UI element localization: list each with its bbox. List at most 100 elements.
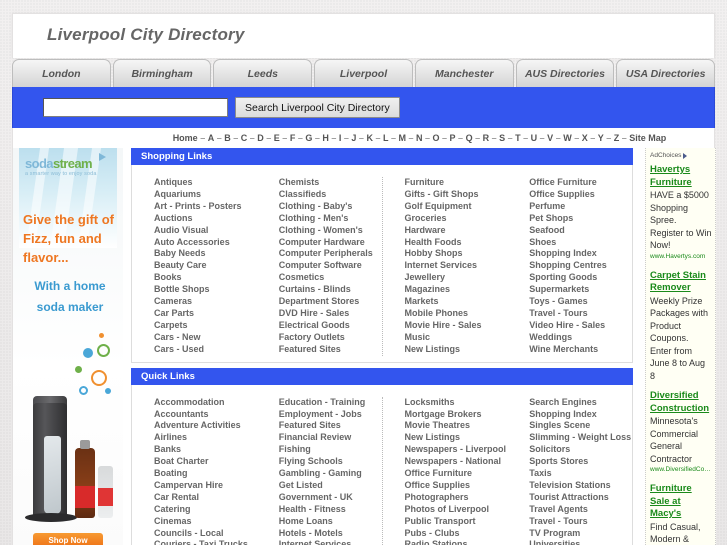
directory-link[interactable]: Carpets [154, 320, 257, 332]
directory-link[interactable]: Auctions [154, 213, 257, 225]
nav-letter-g[interactable]: G [305, 133, 312, 143]
directory-link[interactable]: Cinemas [154, 516, 257, 528]
directory-link[interactable]: Taxis [529, 468, 632, 480]
directory-link[interactable]: Weddings [529, 332, 632, 344]
directory-link[interactable]: Car Rental [154, 492, 257, 504]
ad-title-link[interactable]: Furniture Sale at Macy's [650, 483, 712, 521]
directory-link[interactable]: Shopping Index [529, 409, 632, 421]
directory-link[interactable]: Banks [154, 444, 257, 456]
directory-link[interactable]: Seafood [529, 225, 632, 237]
directory-link[interactable]: Baby Needs [154, 248, 257, 260]
ad-cta-button[interactable]: Shop Now [33, 533, 103, 545]
ad-title-link[interactable]: Havertys Furniture [650, 164, 712, 189]
directory-link[interactable]: DVD Hire - Sales [279, 308, 382, 320]
tab-birmingham[interactable]: Birmingham [112, 59, 212, 87]
directory-link[interactable]: Wine Merchants [529, 344, 632, 356]
directory-link[interactable]: Boat Charter [154, 456, 257, 468]
directory-link[interactable]: Adventure Activities [154, 420, 257, 432]
directory-link[interactable]: Pet Shops [529, 213, 632, 225]
directory-link[interactable]: Car Parts [154, 308, 257, 320]
directory-link[interactable]: New Listings [405, 344, 508, 356]
directory-link[interactable]: Electrical Goods [279, 320, 382, 332]
directory-link[interactable]: Featured Sites [279, 420, 382, 432]
directory-link[interactable]: Art - Prints - Posters [154, 201, 257, 213]
directory-link[interactable]: Books [154, 272, 257, 284]
directory-link[interactable]: Auto Accessories [154, 237, 257, 249]
directory-link[interactable]: Education - Training [279, 397, 382, 409]
directory-link[interactable]: TV Program [529, 528, 632, 540]
directory-link[interactable]: Boating [154, 468, 257, 480]
directory-link[interactable]: Accommodation [154, 397, 257, 409]
nav-letter-m[interactable]: M [398, 133, 406, 143]
nav-letter-o[interactable]: O [433, 133, 440, 143]
directory-link[interactable]: Locksmiths [405, 397, 508, 409]
directory-link[interactable]: Factory Outlets [279, 332, 382, 344]
directory-link[interactable]: Gambling - Gaming [279, 468, 382, 480]
directory-link[interactable]: Movie Hire - Sales [405, 320, 508, 332]
directory-link[interactable]: Mortgage Brokers [405, 409, 508, 421]
directory-link[interactable]: Audio Visual [154, 225, 257, 237]
tab-usa-directories[interactable]: USA Directories [616, 59, 716, 87]
nav-letter-v[interactable]: V [547, 133, 553, 143]
tab-manchester[interactable]: Manchester [414, 59, 514, 87]
directory-link[interactable]: Markets [405, 296, 508, 308]
tab-aus-directories[interactable]: AUS Directories [515, 59, 615, 87]
directory-link[interactable]: Singles Scene [529, 420, 632, 432]
nav-letter-b[interactable]: B [224, 133, 231, 143]
directory-link[interactable]: Cosmetics [279, 272, 382, 284]
directory-link[interactable]: Featured Sites [279, 344, 382, 356]
directory-link[interactable]: Get Listed [279, 480, 382, 492]
ad-title-link[interactable]: Diversified Construction [650, 390, 712, 415]
directory-link[interactable]: Toys - Games [529, 296, 632, 308]
tab-leeds[interactable]: Leeds [213, 59, 313, 87]
directory-link[interactable]: Solicitors [529, 444, 632, 456]
directory-link[interactable]: Clothing - Baby's [279, 201, 382, 213]
directory-link[interactable]: Shopping Centres [529, 260, 632, 272]
nav-letter-q[interactable]: Q [466, 133, 473, 143]
directory-link[interactable]: Search Engines [529, 397, 632, 409]
nav-letter-l[interactable]: L [383, 133, 389, 143]
nav-letter-d[interactable]: D [257, 133, 264, 143]
directory-link[interactable]: Travel Agents [529, 504, 632, 516]
nav-letter-e[interactable]: E [274, 133, 280, 143]
directory-link[interactable]: Office Supplies [529, 189, 632, 201]
nav-home-link[interactable]: Home [173, 133, 198, 143]
search-input[interactable] [43, 98, 228, 117]
directory-link[interactable]: Pubs - Clubs [405, 528, 508, 540]
directory-link[interactable]: Computer Hardware [279, 237, 382, 249]
directory-link[interactable]: Travel - Tours [529, 516, 632, 528]
directory-link[interactable]: Accountants [154, 409, 257, 421]
nav-letter-s[interactable]: S [499, 133, 505, 143]
nav-letter-i[interactable]: I [339, 133, 342, 143]
directory-link[interactable]: Chemists [279, 177, 382, 189]
directory-link[interactable]: Curtains - Blinds [279, 284, 382, 296]
tab-liverpool[interactable]: Liverpool [314, 59, 413, 87]
directory-link[interactable]: Music [405, 332, 508, 344]
directory-link[interactable]: Home Loans [279, 516, 382, 528]
nav-letter-k[interactable]: K [366, 133, 373, 143]
directory-link[interactable]: Hardware [405, 225, 508, 237]
directory-link[interactable]: Cameras [154, 296, 257, 308]
directory-link[interactable]: Clothing - Men's [279, 213, 382, 225]
directory-link[interactable]: Groceries [405, 213, 508, 225]
nav-letter-n[interactable]: N [416, 133, 423, 143]
directory-link[interactable]: Sports Stores [529, 456, 632, 468]
directory-link[interactable]: Financial Review [279, 432, 382, 444]
directory-link[interactable]: Classifieds [279, 189, 382, 201]
directory-link[interactable]: Computer Software [279, 260, 382, 272]
nav-letter-a[interactable]: A [208, 133, 215, 143]
directory-link[interactable]: Shoes [529, 237, 632, 249]
directory-link[interactable]: Internet Services [405, 260, 508, 272]
directory-link[interactable]: Video Hire - Sales [529, 320, 632, 332]
nav-letter-f[interactable]: F [290, 133, 296, 143]
nav-letter-c[interactable]: C [241, 133, 248, 143]
nav-letter-j[interactable]: J [351, 133, 356, 143]
directory-link[interactable]: Fishing [279, 444, 382, 456]
directory-link[interactable]: Councils - Local [154, 528, 257, 540]
nav-letter-y[interactable]: Y [598, 133, 604, 143]
directory-link[interactable]: Photographers [405, 492, 508, 504]
directory-link[interactable]: Hobby Shops [405, 248, 508, 260]
directory-link[interactable]: Antiques [154, 177, 257, 189]
directory-link[interactable]: Airlines [154, 432, 257, 444]
directory-link[interactable]: Newspapers - Liverpool [405, 444, 508, 456]
